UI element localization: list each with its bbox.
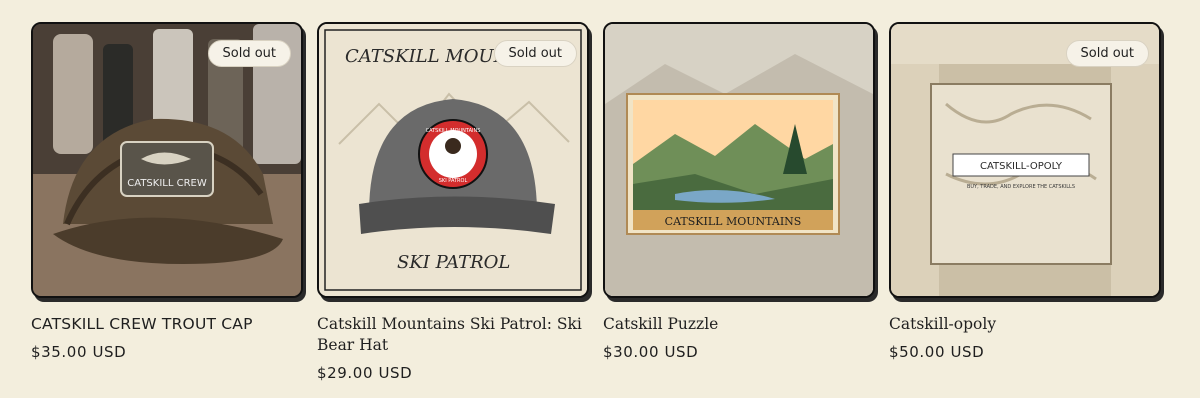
product-card[interactable]: CATSKILL MOUNTAINS Catskill Puzzle $30.0… xyxy=(603,22,875,361)
sold-out-badge: Sold out xyxy=(493,40,577,67)
product-image-trout-cap[interactable]: CATSKILL CREW Sold out xyxy=(31,22,303,298)
box-title-text: CATSKILL-OPOLY xyxy=(980,161,1063,172)
product-card[interactable]: CATSKILL CREW Sold out CATSKILL CREW TRO… xyxy=(31,22,303,361)
product-grid: CATSKILL CREW Sold out CATSKILL CREW TRO… xyxy=(0,0,1200,398)
product-price: $30.00 USD xyxy=(603,343,699,361)
box-subtitle-text: BUY, TRADE, AND EXPLORE THE CATSKILLS xyxy=(967,184,1075,190)
art-bottom-text: SKI PATROL xyxy=(397,252,510,273)
product-card[interactable]: CATSKILL-OPOLY BUY, TRADE, AND EXPLORE T… xyxy=(889,22,1161,361)
product-image-ski-bear-hat[interactable]: CATSKILL MOUN CATSKILL MOUNTAINS SKI PAT… xyxy=(317,22,589,298)
catskill-puzzle-image: CATSKILL MOUNTAINS xyxy=(605,24,873,296)
puzzle-banner-text: CATSKILL MOUNTAINS xyxy=(665,215,802,228)
product-title[interactable]: Catskill Puzzle xyxy=(603,314,873,335)
product-image-catskill-puzzle[interactable]: CATSKILL MOUNTAINS xyxy=(603,22,875,298)
sold-out-badge: Sold out xyxy=(1065,40,1149,67)
product-price: $50.00 USD xyxy=(889,343,985,361)
sold-out-badge: Sold out xyxy=(207,40,291,67)
product-title[interactable]: Catskill-opoly xyxy=(889,314,1159,335)
product-price: $29.00 USD xyxy=(317,364,413,382)
patch-top-text: CATSKILL MOUNTAINS xyxy=(426,128,481,134)
product-title[interactable]: CATSKILL CREW TROUT CAP xyxy=(31,314,301,335)
product-image-catskill-opoly[interactable]: CATSKILL-OPOLY BUY, TRADE, AND EXPLORE T… xyxy=(889,22,1161,298)
product-card[interactable]: CATSKILL MOUN CATSKILL MOUNTAINS SKI PAT… xyxy=(317,22,589,382)
product-price: $35.00 USD xyxy=(31,343,127,361)
cap-patch-text: CATSKILL CREW xyxy=(127,178,207,189)
product-title[interactable]: Catskill Mountains Ski Patrol: Ski Bear … xyxy=(317,314,587,356)
art-top-text: CATSKILL MOUN xyxy=(345,46,511,67)
patch-bottom-text: SKI PATROL xyxy=(439,178,468,184)
